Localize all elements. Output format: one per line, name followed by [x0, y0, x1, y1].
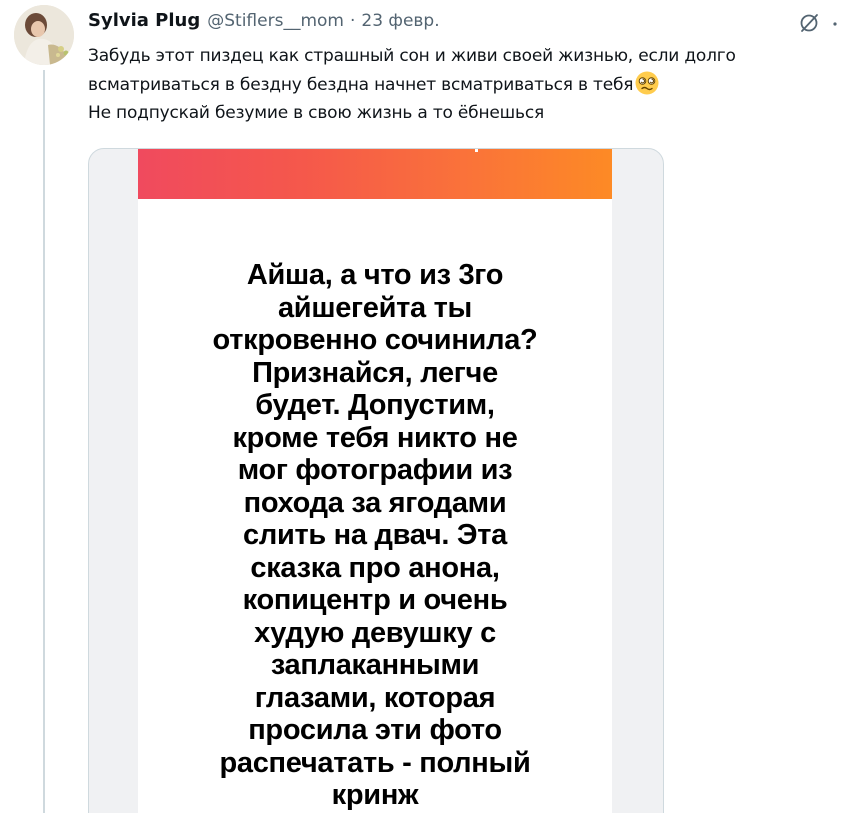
story-line: копицентр и очень [242, 584, 508, 616]
story-line: заплаканными [270, 649, 480, 681]
separator-dot: · [349, 11, 356, 31]
story-line: распечатать - полный [219, 746, 531, 779]
author-name[interactable]: Sylvia Plug [88, 10, 200, 32]
post-text-line-2-wrap: всматриваться в бездну бездна начнет всм… [88, 70, 828, 99]
post-text: Забудь этот пиздец как страшный сон и жи… [88, 42, 828, 127]
more-icon[interactable] [832, 14, 842, 34]
story-line: Признайся, легче [252, 356, 498, 389]
post-text-line-3: Не подпускай безумие в свою жизнь а то ё… [88, 103, 544, 123]
post-text-line-2: всматриваться в бездну бездна начнет всм… [88, 75, 634, 95]
media-attachment[interactable]: Айша, а что из 3го айшегейта ты откровен… [88, 148, 664, 813]
avatar-image [14, 5, 74, 65]
story-line: похода за ягодами [243, 486, 507, 519]
avatar[interactable] [14, 5, 74, 65]
story-line: кроме тебя никто не [232, 421, 518, 454]
tweet-header: Sylvia Plug @Stiflers__mom · 23 февр. [88, 8, 440, 34]
story-line: мог фотографии из [237, 454, 513, 486]
woozy-face-icon [634, 70, 660, 96]
story-line: Айша, а что из 3го [246, 259, 504, 291]
grok-icon[interactable] [792, 6, 826, 40]
author-handle[interactable]: @Stiflers__mom [207, 10, 344, 32]
story-line: кринж [331, 779, 419, 811]
post-text-line-1: Забудь этот пиздец как страшный сон и жи… [88, 46, 736, 66]
story-line: просила эти фото [248, 714, 502, 746]
story-line: откровенно сочинила? [212, 324, 538, 356]
story-line: сказка про анона, [250, 551, 500, 584]
story-line: айшегейта ты [277, 291, 473, 324]
post-date[interactable]: 23 февр. [361, 10, 439, 32]
story-question-text: Айша, а что из 3го айшегейта ты откровен… [138, 259, 612, 812]
tweet: Sylvia Plug @Stiflers__mom · 23 февр. За… [0, 0, 844, 813]
story-line: будет. Допустим, [255, 389, 495, 421]
story-line: глазами, которая [254, 681, 496, 714]
story-banner [138, 149, 612, 199]
thread-line [43, 70, 45, 813]
story-line: слить на двач. Эта [243, 519, 507, 551]
story-screenshot: Айша, а что из 3го айшегейта ты откровен… [138, 149, 612, 813]
story-line: худую девушку с [254, 616, 496, 649]
